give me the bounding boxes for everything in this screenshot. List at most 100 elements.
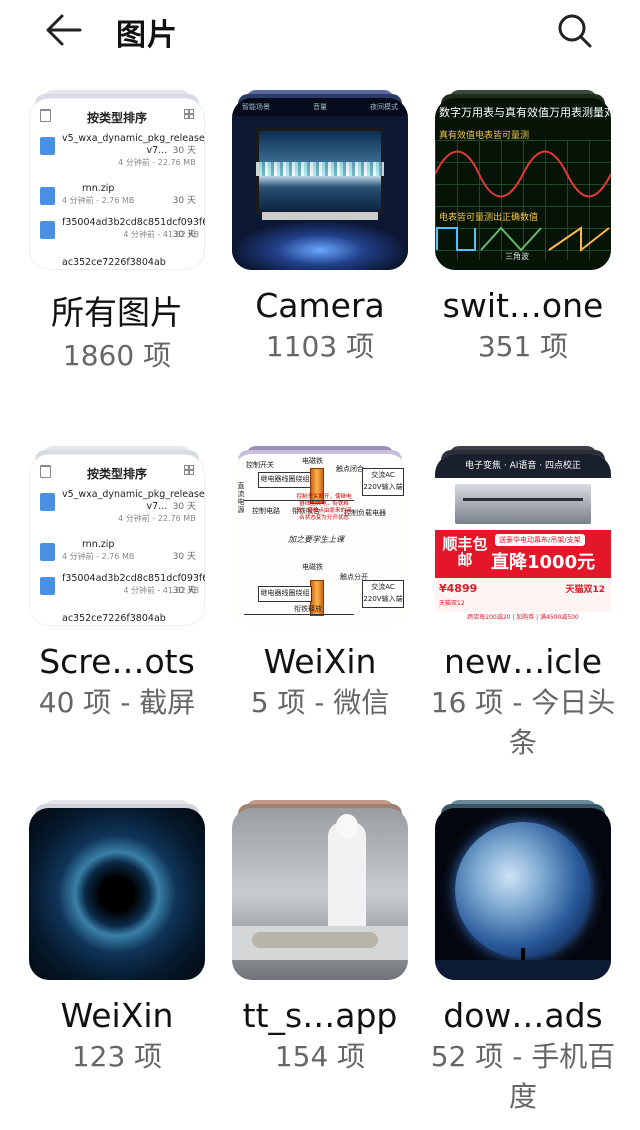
- app-header: 图片: [0, 0, 640, 60]
- album-camera[interactable]: 智能场景 音量 夜间模式 Camera 1103 项: [225, 90, 415, 367]
- album-thumbnail-stack: [29, 800, 205, 980]
- zip-file-icon: [40, 137, 55, 155]
- diagram-note: 控制开关断开，使继电器线圈失电，衔铁释放，使触点由原来的闭合状态变为分开状态: [296, 494, 352, 521]
- ad-tmall: 天猫双12: [565, 585, 605, 595]
- album-weixin-2[interactable]: WeiXin 123 项: [22, 800, 212, 1077]
- album-all-pictures[interactable]: 按类型排序 v5_wxa_dynamic_pkg_release_armeabi…: [22, 90, 212, 376]
- album-thumbnail[interactable]: [232, 808, 408, 980]
- ad-banner: 电子变焦 · AI语音 · 四点校正: [435, 454, 611, 478]
- file-name: rnn.zip: [81, 183, 115, 194]
- album-name: tt_s…app: [242, 996, 398, 1035]
- zip-file-icon: [40, 543, 55, 561]
- ad-sub: 天猫双12: [439, 600, 465, 607]
- diagram-box: 继电器线圈绕组: [258, 586, 312, 602]
- album-tt-app[interactable]: tt_s…app 154 项: [225, 800, 415, 1077]
- album-thumbnail[interactable]: 电子变焦 · AI语音 · 四点校正 顺丰包邮 送豪华电动幕布/吊架/支架 直降…: [435, 454, 611, 626]
- file-meta: 4 分钟前 - 22.76 MB: [118, 158, 196, 167]
- file-row: ac352ce7226f3804ab: [38, 257, 198, 270]
- zip-file-icon: [40, 493, 55, 511]
- silhouette-figure: [521, 948, 525, 960]
- grid-icon: [184, 109, 194, 119]
- diagram-label: 控制电路: [252, 507, 280, 515]
- sort-header: 按类型排序: [86, 467, 147, 481]
- file-list-preview: 按类型排序 v5_wxa_dynamic_pkg_release_armeabi…: [29, 454, 205, 626]
- file-days: 30 天: [172, 196, 196, 206]
- album-count: 1103 项: [265, 330, 375, 363]
- album-thumbnail-stack: 控制开关 电磁铁 触点闭合 继电器线圈绕组 直流电源 交流AC 220V输入端 控…: [232, 446, 408, 626]
- diagram-label: 衔铁释放: [294, 605, 322, 613]
- album-thumbnail-stack: [232, 800, 408, 980]
- file-days: 30 天: [172, 586, 196, 596]
- sort-header: 按类型排序: [86, 111, 147, 125]
- diagram-label: 直流电源: [237, 482, 245, 514]
- album-thumbnail[interactable]: 控制开关 电磁铁 触点闭合 继电器线圈绕组 直流电源 交流AC 220V输入端 控…: [232, 454, 408, 626]
- album-name: Scre…ots: [39, 642, 195, 681]
- album-thumbnail[interactable]: 智能场景 音量 夜间模式: [232, 98, 408, 270]
- file-row: ac352ce7226f3804ab: [38, 613, 198, 626]
- projector-device: [455, 484, 591, 524]
- photo-label: 音量: [313, 103, 327, 111]
- file-meta: 4 分钟前 - 22.76 MB: [118, 514, 196, 523]
- file-meta: 4 分钟前 - 2.76 MB: [62, 552, 135, 561]
- wire-line: [244, 614, 354, 615]
- earth-image: [435, 808, 611, 980]
- album-thumbnail-stack: 智能场景 音量 夜间模式: [232, 90, 408, 270]
- album-thumbnail[interactable]: 数字万用表与真有效值万用表测量对比 真有效值电表皆可量测 电表皆可量测出正确数值…: [435, 98, 611, 270]
- sine-wave: [435, 150, 611, 198]
- zip-file-icon: [40, 187, 55, 205]
- search-button[interactable]: [552, 8, 596, 52]
- album-weixin-1[interactable]: 控制开关 电磁铁 触点闭合 继电器线圈绕组 直流电源 交流AC 220V输入端 控…: [225, 446, 415, 723]
- person-figure: [328, 822, 366, 932]
- body-shape: [252, 932, 378, 948]
- album-count: 5 项 - 微信: [250, 686, 390, 719]
- diagram-label: 交流AC: [371, 583, 395, 591]
- album-count: 40 项 - 截屏: [38, 686, 196, 719]
- file-name: ac352ce7226f3804ab: [62, 257, 166, 268]
- diagram-box: 交流AC 220V输入端: [362, 468, 404, 496]
- black-hole-image: [29, 808, 205, 980]
- file-name: ac352ce7226f3804ab: [62, 613, 166, 624]
- album-thumbnail[interactable]: [29, 808, 205, 980]
- file-list-preview: 按类型排序 v5_wxa_dynamic_pkg_release_armeabi…: [29, 98, 205, 270]
- file-row: v5_wxa_dynamic_pkg_release_armeabi-v7...…: [38, 489, 205, 527]
- album-name: WeiXin: [60, 996, 174, 1035]
- album-thumbnail[interactable]: [435, 808, 611, 980]
- file-row: f35004ad3b2cd8c851dcf093f65d0c93.zip4 分钟…: [38, 217, 205, 255]
- arrow-left-icon: [46, 14, 82, 46]
- album-switch-one[interactable]: 数字万用表与真有效值万用表测量对比 真有效值电表皆可量测 电表皆可量测出正确数值…: [428, 90, 618, 367]
- album-name: WeiXin: [263, 642, 377, 681]
- ad-price: 直降1000元: [491, 552, 596, 573]
- diagram-label: 电磁铁: [302, 563, 323, 571]
- camera-photo: 智能场景 音量 夜间模式: [232, 98, 408, 270]
- image-caption: 真有效值电表皆可量测: [439, 131, 530, 141]
- album-screenshots[interactable]: 按类型排序 v5_wxa_dynamic_pkg_release_armeabi…: [22, 446, 212, 723]
- album-count: 123 项: [71, 1040, 163, 1073]
- photo-labels: 智能场景 音量 夜间模式: [242, 102, 398, 112]
- ground-shape: [435, 960, 611, 980]
- image-title: 数字万用表与真有效值万用表测量对比: [439, 106, 611, 119]
- zip-file-icon: [40, 221, 55, 239]
- album-thumbnail[interactable]: 按类型排序 v5_wxa_dynamic_pkg_release_armeabi…: [29, 454, 205, 626]
- file-meta: 4 分钟前 - 2.76 MB: [62, 196, 135, 205]
- album-downloads[interactable]: dow…ads 52 项 - 手机百度: [428, 800, 618, 1117]
- diagram-label: 触点闭合: [336, 465, 364, 473]
- file-days: 30 天: [172, 146, 196, 156]
- album-count: 154 项: [274, 1040, 366, 1073]
- diagram-label: 电磁铁: [302, 457, 323, 465]
- earth-globe: [455, 822, 591, 958]
- album-count: 351 项: [477, 330, 569, 363]
- back-button[interactable]: [40, 8, 88, 52]
- file-row: v5_wxa_dynamic_pkg_release_armeabi-v7...…: [38, 133, 205, 171]
- page-title: 图片: [116, 18, 178, 53]
- handwritten-note: 加之要学生上课: [288, 535, 344, 544]
- ad-footer: 跨店每200减20 | 加购券 | 满4500减500: [435, 612, 611, 626]
- album-count: 1860 项: [62, 339, 172, 372]
- photo-label: 智能场景: [242, 103, 270, 111]
- album-news-article[interactable]: 电子变焦 · AI语音 · 四点校正 顺丰包邮 送豪华电动幕布/吊架/支架 直降…: [428, 446, 618, 763]
- album-name: new…icle: [444, 642, 602, 681]
- file-days: 30 天: [172, 552, 196, 562]
- album-count: 52 项 - 手机百度: [430, 1040, 616, 1113]
- album-name: dow…ads: [443, 996, 603, 1035]
- album-thumbnail[interactable]: 按类型排序 v5_wxa_dynamic_pkg_release_armeabi…: [29, 98, 205, 270]
- file-days: 30 天: [172, 230, 196, 240]
